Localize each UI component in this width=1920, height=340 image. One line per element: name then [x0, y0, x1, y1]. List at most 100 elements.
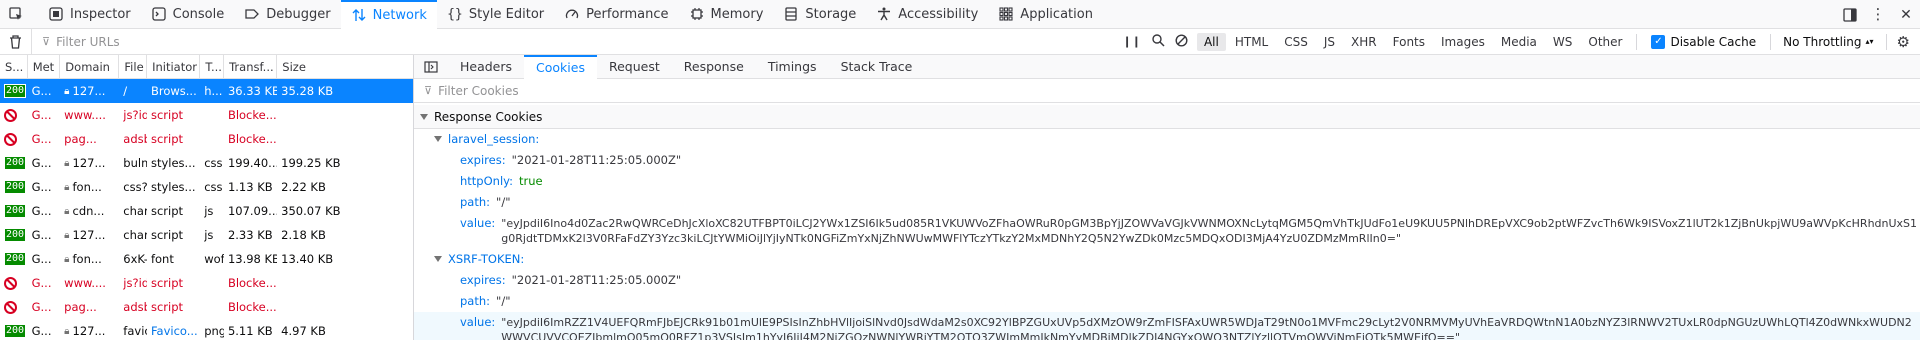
request-row[interactable]: 200 G... 🔒︎fon... css?fstyles... css 1.13 KB 2…: [0, 175, 413, 199]
type-filter-other[interactable]: Other: [1581, 33, 1629, 51]
tab-headers[interactable]: Headers: [448, 55, 524, 79]
cookie-prop: path: "/": [414, 291, 1920, 312]
lock-icon: 🔒︎: [64, 157, 70, 169]
type-filter-media[interactable]: Media: [1494, 33, 1544, 51]
request-row[interactable]: 200 G... 🔒︎ cdn... char script js 107.09... 350.…: [0, 199, 413, 223]
cookie-prop: expires: "2021-01-28T11:25:05.000Z": [414, 150, 1920, 171]
close-devtools-button[interactable]: ✕: [1892, 0, 1920, 29]
method-cell: G...: [31, 156, 52, 170]
filter-icon: ⊽: [42, 35, 51, 48]
file-cell: js?id: [123, 276, 147, 290]
disable-cache-checkbox[interactable]: ✓ Disable Cache: [1651, 34, 1757, 49]
prop-value: "2021-01-28T11:25:05.000Z": [511, 153, 682, 167]
tab-network[interactable]: Network: [340, 0, 437, 29]
type-filter-css[interactable]: CSS: [1277, 33, 1315, 51]
initiator-cell: script: [150, 204, 184, 218]
tab-memory[interactable]: Memory: [679, 0, 774, 29]
request-row[interactable]: 200 G... 🔒︎ 127... / Brows... h... 36.33 KB 35.2…: [0, 79, 413, 103]
tab-performance[interactable]: Performance: [554, 0, 678, 29]
request-row[interactable]: G... www.... js?id script Blocke...: [0, 271, 413, 295]
transferred-cell: 107.09...: [227, 204, 278, 218]
filter-urls-input[interactable]: [56, 34, 957, 49]
type-filter-images[interactable]: Images: [1434, 33, 1492, 51]
col-method[interactable]: Met: [28, 55, 61, 78]
col-initiator[interactable]: Initiator: [147, 55, 201, 78]
initiator-cell: Favico...: [150, 324, 198, 338]
panel-icon: [424, 60, 438, 73]
request-row[interactable]: 200 G... 🔒︎ fon... 6xK-font wof 13.98 KB 13.40 …: [0, 247, 413, 271]
tab-timings[interactable]: Timings: [756, 55, 829, 79]
status-cell: [0, 295, 28, 319]
divider: [1885, 33, 1887, 50]
more-options-button[interactable]: ⋮: [1864, 0, 1892, 29]
domain-text: 127...: [72, 324, 106, 338]
filter-cookies-input[interactable]: [438, 83, 589, 98]
col-domain[interactable]: Domain: [60, 55, 120, 78]
domain-cell: pag...: [60, 295, 119, 319]
prop-key: path:: [460, 195, 491, 209]
col-type[interactable]: T...: [200, 55, 225, 78]
tab-debugger[interactable]: Debugger: [234, 0, 340, 29]
toggle-sidebar-button[interactable]: [414, 55, 448, 79]
tab-console[interactable]: Console: [141, 0, 235, 29]
clear-requests-button[interactable]: [0, 28, 32, 55]
type-filter-ws[interactable]: WS: [1546, 33, 1579, 51]
block-url-icon[interactable]: [1175, 33, 1188, 50]
lock-icon: 🔒︎: [64, 205, 70, 217]
domain-text: www....: [64, 276, 106, 290]
pause-icon[interactable]: ❙❙: [1123, 35, 1141, 48]
memory-icon: [689, 6, 705, 22]
tab-accessibility[interactable]: Accessibility: [866, 0, 988, 29]
search-icon[interactable]: [1152, 33, 1165, 50]
tab-application[interactable]: Application: [988, 0, 1103, 29]
tab-style-editor[interactable]: {} Style Editor: [437, 0, 554, 29]
type-filter-js[interactable]: JS: [1317, 33, 1342, 51]
lock-icon: 🔒︎: [64, 181, 70, 193]
type-filter-fonts[interactable]: Fonts: [1386, 33, 1432, 51]
request-row[interactable]: G... pag... adsbscript Blocke...: [0, 295, 413, 319]
dock-side-button[interactable]: [1836, 0, 1864, 29]
domain-cell: www....: [60, 103, 119, 127]
tab-cookies[interactable]: Cookies: [524, 55, 597, 79]
size-cell: 13.40 KB: [281, 252, 334, 266]
col-transferred[interactable]: Transf...: [224, 55, 278, 78]
request-row[interactable]: 200 G... 🔒︎127... favicFavico... png5.11 KB 4…: [0, 319, 413, 340]
tab-label: Accessibility: [898, 6, 979, 22]
tab-request[interactable]: Request: [597, 55, 672, 79]
lock-icon: 🔒︎: [64, 85, 70, 97]
tab-response[interactable]: Response: [672, 55, 756, 79]
request-row[interactable]: G... pag... adsbscript Blocke...: [0, 127, 413, 151]
cookie-laravel-session[interactable]: laravel_session:: [414, 129, 1920, 150]
toolbar-actions: ⋮ ✕: [1836, 0, 1920, 29]
cookie-filter-bar: ⊽: [414, 79, 1920, 103]
request-row[interactable]: 200 G... 🔒︎ 127... char script js 2.33 KB 2.18 K…: [0, 223, 413, 247]
request-row[interactable]: G... www.... js?id script Blocke...: [0, 103, 413, 127]
response-cookies-section[interactable]: Response Cookies: [414, 105, 1920, 129]
disable-cache-label: Disable Cache: [1670, 34, 1757, 49]
status-cell: 200: [0, 151, 28, 175]
type-cell: wof: [204, 252, 224, 266]
tab-stack-trace[interactable]: Stack Trace: [829, 55, 925, 79]
type-filter-all[interactable]: All: [1196, 32, 1226, 51]
initiator-cell: font: [150, 252, 174, 266]
prop-value: "2021-01-28T11:25:05.000Z": [511, 273, 682, 287]
tab-storage[interactable]: Storage: [773, 0, 866, 29]
status-cell: 200: [0, 175, 28, 199]
domain-text: www....: [64, 108, 106, 122]
network-panel: S... Met Domain File Initiator T... Tran…: [0, 55, 1920, 340]
tab-picker[interactable]: [0, 0, 38, 29]
request-row[interactable]: 200 G... 🔒︎127... bulmstyles... css 199.40...…: [0, 151, 413, 175]
col-status[interactable]: S...: [0, 55, 28, 78]
cookie-xsrf-token[interactable]: XSRF-TOKEN:: [414, 249, 1920, 270]
type-filter-xhr[interactable]: XHR: [1344, 33, 1384, 51]
tab-label: Application: [1020, 6, 1093, 22]
type-cell: [200, 295, 224, 319]
tab-inspector[interactable]: Inspector: [38, 0, 141, 29]
status-badge: 200: [4, 228, 27, 242]
col-file[interactable]: File: [119, 55, 148, 78]
type-filter-html[interactable]: HTML: [1228, 33, 1275, 51]
col-size[interactable]: Size: [277, 55, 413, 78]
method-cell: G...: [31, 180, 52, 194]
throttling-select[interactable]: No Throttling ▴▾: [1783, 35, 1873, 49]
settings-gear-icon[interactable]: ⚙: [1897, 33, 1910, 51]
